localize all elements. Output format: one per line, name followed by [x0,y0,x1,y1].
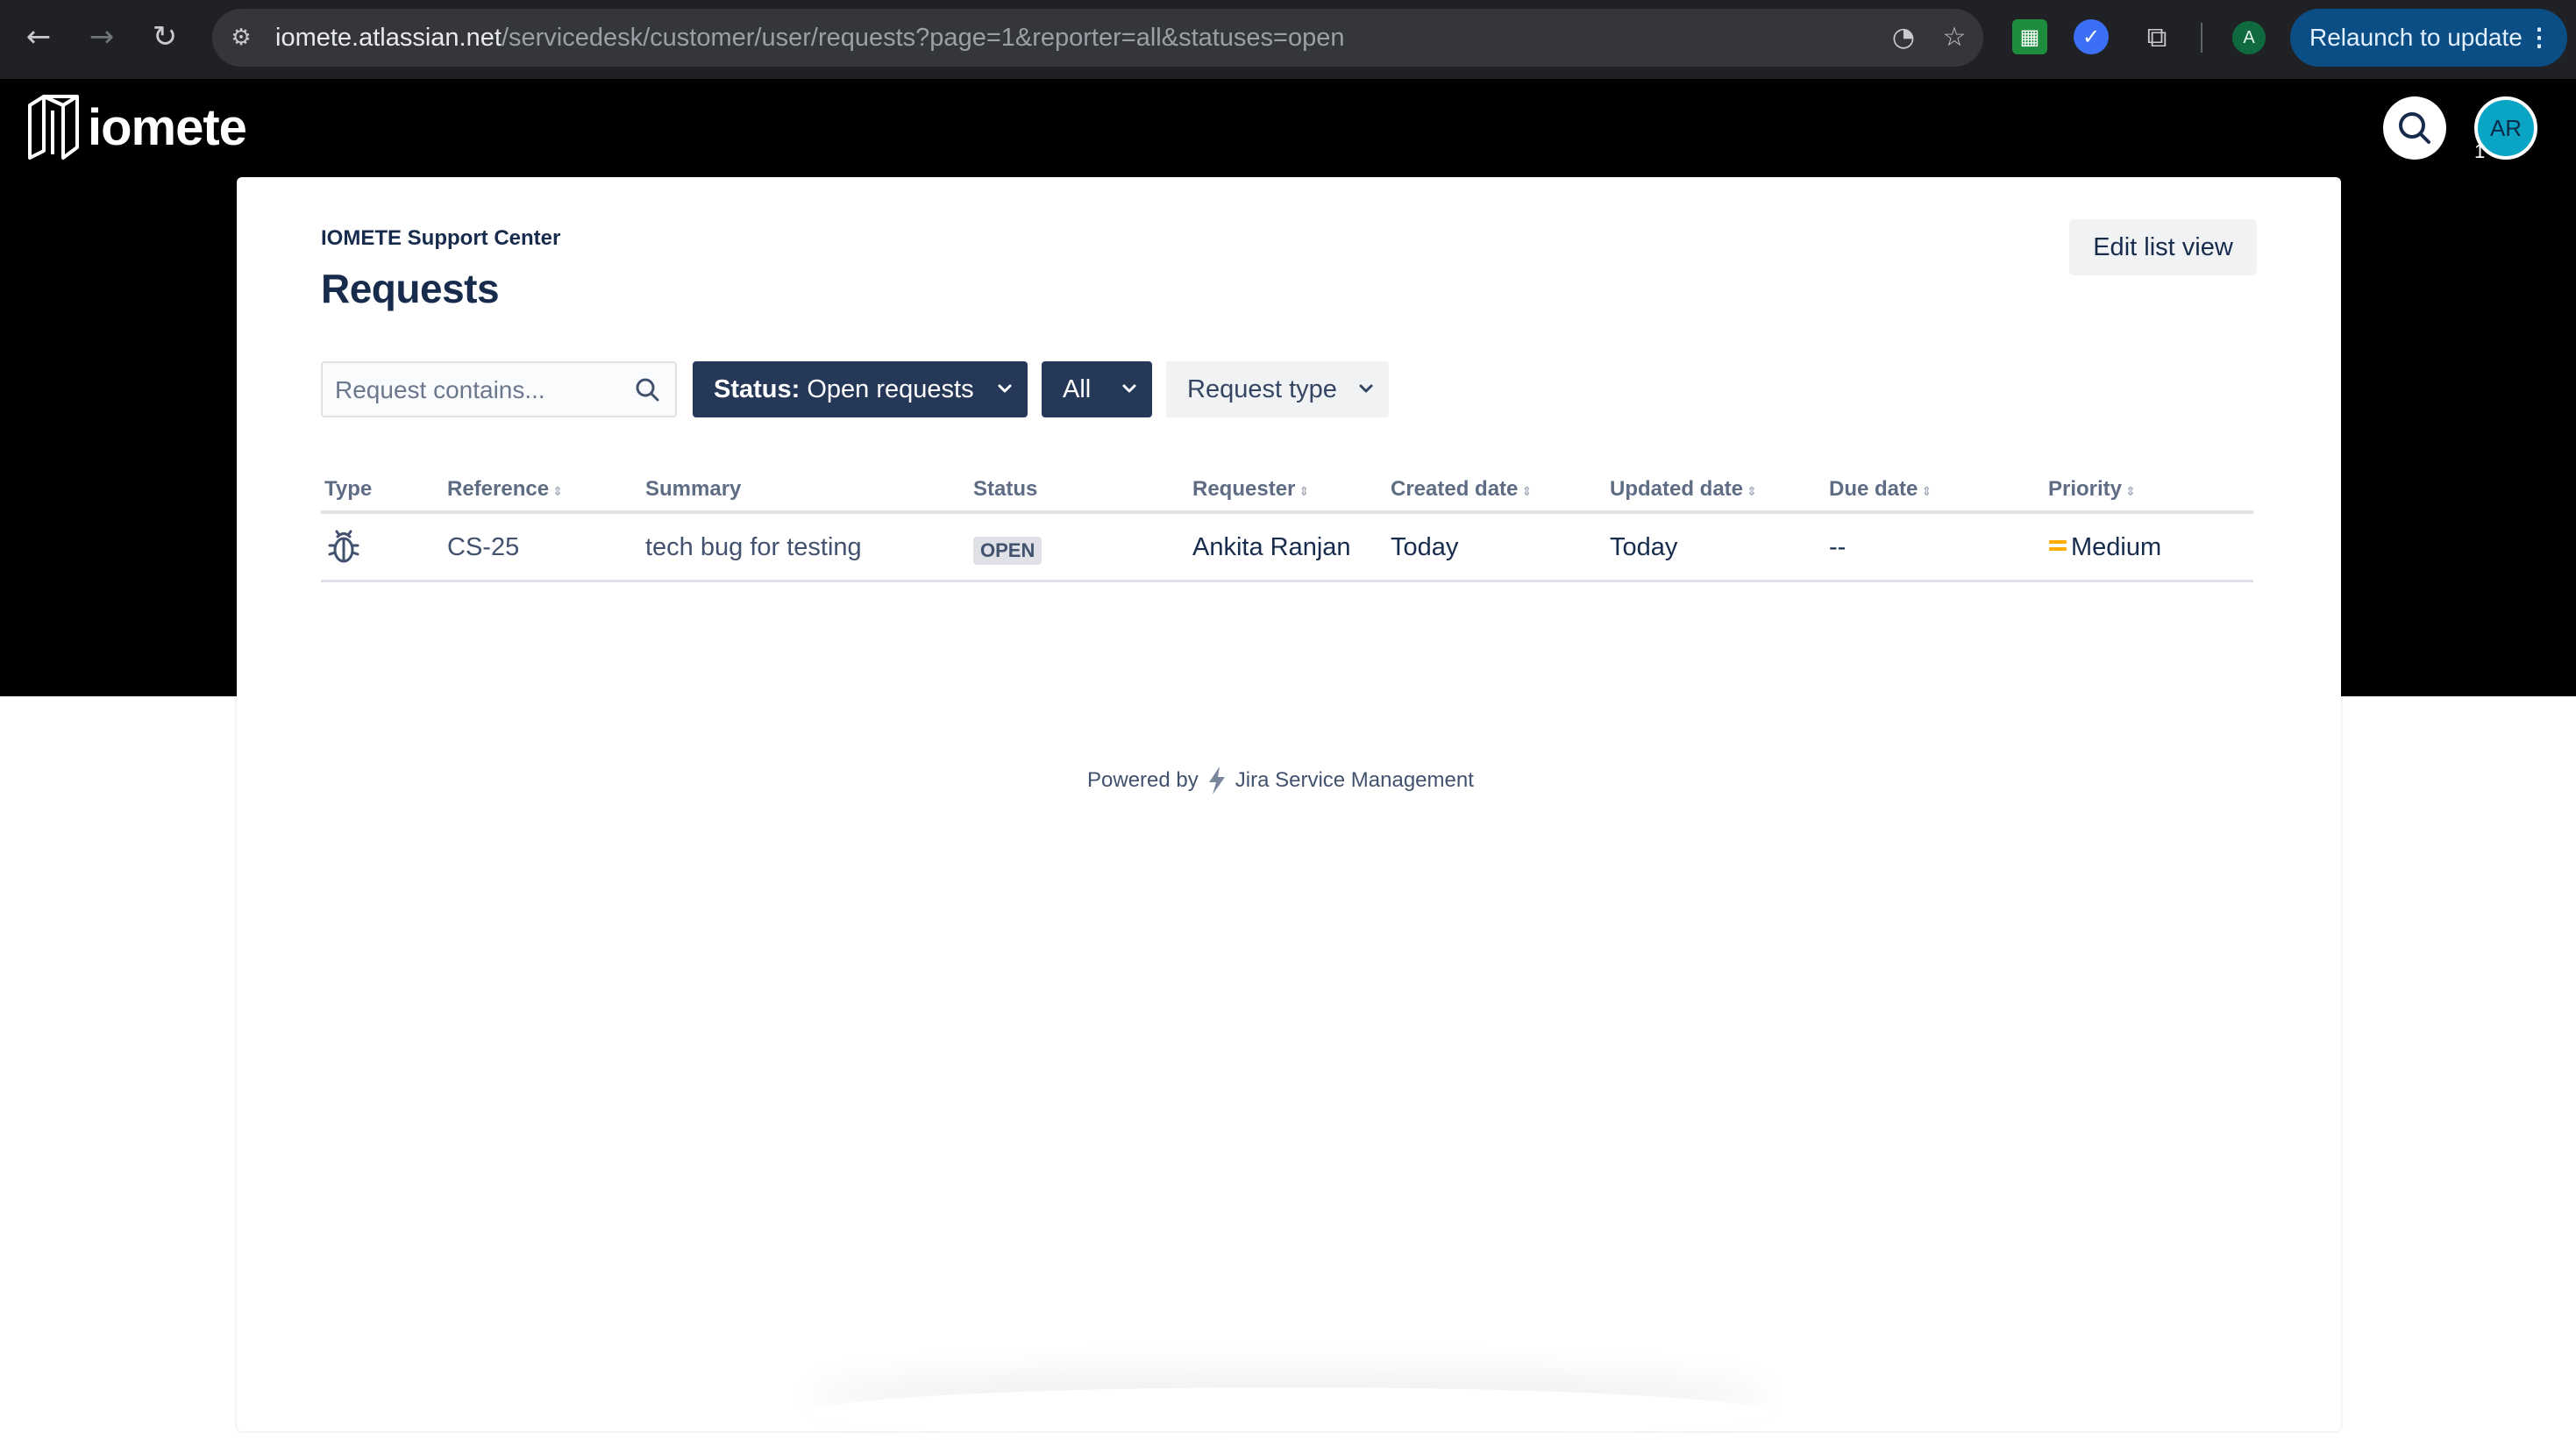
sheets-extension-icon[interactable]: ▦ [2012,19,2047,54]
column-header-updated[interactable]: Updated date ⇕ [1610,477,1757,502]
bug-icon [328,530,359,563]
extensions-puzzle-icon[interactable]: ⧉ [2139,19,2174,54]
status-badge: OPEN [973,537,1042,565]
reload-icon[interactable]: ↻ [147,19,182,54]
table-row[interactable]: CS-25 tech bug for testing OPEN Ankita R… [321,514,2253,582]
portal-logo[interactable]: iomete [26,91,247,163]
chevron-down-icon [1122,384,1136,393]
request-search-field[interactable] [321,361,677,417]
bottom-shadow [807,1387,1771,1440]
global-search-button[interactable] [2383,96,2446,160]
row-updated-date: Today [1610,533,1678,561]
browser-toolbar: ← → ↻ ⚙ iomete.atlassian.net/servicedesk… [0,0,2576,79]
address-bar[interactable]: ⚙ iomete.atlassian.net/servicedesk/custo… [212,9,1983,67]
request-type-filter-dropdown[interactable]: Request type [1166,361,1389,417]
sort-icon: ⇕ [1521,485,1533,499]
column-header-requester[interactable]: Requester ⇕ [1192,477,1309,502]
powered-by-footer: Powered by Jira Service Management [1087,765,1474,796]
edit-list-view-button[interactable]: Edit list view [2069,219,2257,275]
forward-icon[interactable]: → [84,19,119,54]
column-header-due[interactable]: Due date ⇕ [1829,477,1932,502]
row-priority: Medium [2048,533,2161,562]
chevron-down-icon [1359,384,1373,393]
iomete-logo-icon [28,95,79,160]
priority-label: Medium [2071,533,2162,561]
priority-medium-icon [2049,540,2067,552]
sort-icon: ⇕ [552,485,563,499]
column-header-priority[interactable]: Priority ⇕ [2048,477,2136,502]
column-header-summary: Summary [645,477,742,501]
notification-count: 1 [2474,140,2486,162]
bookmark-star-icon[interactable]: ☆ [1938,21,1971,54]
site-settings-icon[interactable]: ⚙ [226,23,256,53]
row-created-date: Today [1391,533,1459,561]
row-reference[interactable]: CS-25 [447,533,519,562]
column-header-type: Type [324,477,373,501]
tasks-extension-icon[interactable]: ✓ [2074,19,2109,54]
jira-service-management-icon [1208,766,1225,795]
search-icon[interactable] [633,375,663,405]
browser-menu-icon[interactable]: ⋮ [2527,9,2551,67]
column-header-reference[interactable]: Reference ⇕ [447,477,563,502]
row-summary[interactable]: tech bug for testing [645,533,862,562]
sort-icon: ⇕ [1921,485,1932,499]
status-filter-prefix: Status: [714,375,801,403]
sort-icon: ⇕ [1299,485,1310,499]
product-link[interactable]: Jira Service Management [1235,768,1474,793]
browser-profile-avatar[interactable]: A [2232,21,2266,54]
status-filter-value: Open requests [807,375,974,403]
row-due-date: -- [1829,533,1847,561]
column-header-status: Status [973,477,1038,501]
relaunch-label: Relaunch to update [2309,24,2523,51]
performance-icon[interactable]: ◔ [1887,21,1920,54]
row-requester: Ankita Ranjan [1192,533,1351,561]
page-title: Requests [321,266,500,311]
relaunch-button[interactable]: Relaunch to update ⋮ [2290,9,2567,67]
powered-by-label: Powered by [1087,768,1199,792]
reporter-filter-value: All [1063,375,1092,403]
sort-icon: ⇕ [2125,485,2136,499]
logo-wordmark: iomete [88,98,247,156]
requests-table: Type Reference ⇕ Summary Status Requester… [321,470,2253,582]
url-text[interactable]: iomete.atlassian.net/servicedesk/custome… [275,24,1345,53]
requests-panel: IOMETE Support Center Requests Edit list… [237,177,2341,1431]
sort-icon: ⇕ [1747,485,1757,499]
request-search-input[interactable] [335,374,624,407]
status-filter-dropdown[interactable]: Status: Open requests [693,361,1028,417]
toolbar-divider [2201,23,2202,53]
column-header-created[interactable]: Created date ⇕ [1391,477,1532,502]
search-icon [2399,112,2430,144]
chevron-down-icon [998,384,1012,393]
request-type-label: Request type [1187,375,1337,403]
back-icon[interactable]: ← [21,19,56,54]
breadcrumb[interactable]: IOMETE Support Center [321,226,560,251]
reporter-filter-dropdown[interactable]: All [1042,361,1152,417]
table-header: Type Reference ⇕ Summary Status Requester… [321,470,2253,514]
